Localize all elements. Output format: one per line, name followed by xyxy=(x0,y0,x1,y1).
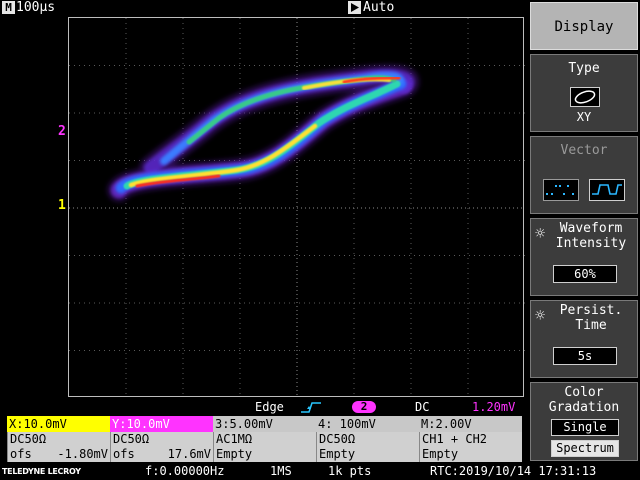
channel-head: X:10.0mV xyxy=(7,416,110,432)
frequency-readout: f:0.00000Hz xyxy=(145,464,225,478)
trigger-source-badge: 2 xyxy=(352,401,376,413)
intensity-value: 60% xyxy=(553,265,617,283)
persist-time-button[interactable]: ☼ Persist. Time 5s xyxy=(530,300,638,378)
intensity-title-1: Waveform xyxy=(559,221,623,236)
waveform-screen[interactable] xyxy=(68,17,525,398)
channel-offset: ofs 17.6mV xyxy=(110,447,213,462)
color-option-single[interactable]: Single xyxy=(551,419,619,436)
trigger-level: 1.20mV xyxy=(472,400,516,414)
channel-offset: Empty xyxy=(213,447,316,462)
type-button[interactable]: Type XY xyxy=(530,54,638,132)
channel-coupling: DC50Ω xyxy=(7,432,110,447)
intensity-title-2: Intensity xyxy=(555,236,627,251)
persist-title-2: Time xyxy=(575,318,607,333)
channel-coupling: DC50Ω xyxy=(316,432,419,447)
channel-y[interactable]: Y:10.0mV DC50Ω ofs 17.6mV xyxy=(110,416,213,462)
record-length: 1k pts xyxy=(328,464,372,478)
trigger-coupling: DC xyxy=(415,400,430,414)
waveform-graticule xyxy=(69,18,525,398)
color-option-spectrum[interactable]: Spectrum xyxy=(551,440,619,457)
graticule-axes xyxy=(69,18,525,398)
xy-ellipse-icon xyxy=(570,87,600,107)
vector-button[interactable]: Vector xyxy=(530,136,638,214)
channel-offset: ofs -1.80mV xyxy=(7,447,110,462)
play-icon[interactable] xyxy=(348,1,361,14)
channel-head: 4: 100mV xyxy=(316,416,419,432)
ch2-marker: 2 xyxy=(58,124,66,139)
color-title-2: Gradation xyxy=(548,400,620,415)
type-title: Type xyxy=(568,61,600,76)
trigger-row[interactable]: Edge 2 DC 1.20mV xyxy=(0,399,528,415)
gear-icon: ☼ xyxy=(535,306,546,326)
trigger-type: Edge xyxy=(255,400,284,414)
channel-coupling: DC50Ω xyxy=(110,432,213,447)
channel-math[interactable]: M:2.00V CH1 + CH2 Empty xyxy=(419,416,522,462)
timebase-icon[interactable]: M xyxy=(2,1,15,14)
channel-x[interactable]: X:10.0mV DC50Ω ofs -1.80mV xyxy=(7,416,110,462)
channel-head: 3:5.00mV xyxy=(213,416,316,432)
channel-coupling: AC1MΩ xyxy=(213,432,316,447)
waveform-intensity-button[interactable]: ☼ Waveform Intensity 60% xyxy=(530,218,638,296)
channel-4[interactable]: 4: 100mV DC50Ω Empty xyxy=(316,416,419,462)
persist-title-1: Persist. xyxy=(559,303,623,318)
channel-head: Y:10.0mV xyxy=(110,416,213,432)
channel-coupling: CH1 + CH2 xyxy=(419,432,522,447)
channel-head: M:2.00V xyxy=(419,416,522,432)
gear-icon: ☼ xyxy=(535,224,546,244)
display-title-text: Display xyxy=(554,19,614,35)
color-gradation-button[interactable]: Color Gradation Single Spectrum xyxy=(530,382,638,461)
dots-mode-icon xyxy=(543,179,579,201)
ch1-marker: 1 xyxy=(58,198,66,213)
channel-table: X:10.0mV DC50Ω ofs -1.80mV Y:10.0mV DC50Ω… xyxy=(7,416,522,462)
status-bar: TELEDYNE LECROY f:0.00000Hz 1MS 1k pts R… xyxy=(0,463,640,480)
rising-edge-icon xyxy=(301,402,321,413)
vector-mode-icon xyxy=(589,179,625,201)
display-menu-title[interactable]: Display xyxy=(530,2,638,50)
channel-offset: Empty xyxy=(419,447,522,462)
brand-logo: TELEDYNE LECROY xyxy=(2,467,81,476)
channel-3[interactable]: 3:5.00mV AC1MΩ Empty xyxy=(213,416,316,462)
rtc-clock: RTC:2019/10/14 17:31:13 xyxy=(430,464,597,478)
side-menu: Display Type XY Vector ☼ Waveform Intens… xyxy=(528,0,640,463)
trigger-mode-label[interactable]: Auto xyxy=(363,0,394,16)
timebase-label[interactable]: 100µs xyxy=(16,0,55,16)
top-bar: M 100µs Auto xyxy=(0,0,528,16)
persist-value: 5s xyxy=(553,347,617,365)
vector-title: Vector xyxy=(560,143,608,158)
xy-trace xyxy=(108,65,419,201)
channel-offset: Empty xyxy=(316,447,419,462)
color-title-1: Color xyxy=(564,385,604,400)
type-value: XY xyxy=(576,110,592,124)
sample-rate: 1MS xyxy=(270,464,292,478)
